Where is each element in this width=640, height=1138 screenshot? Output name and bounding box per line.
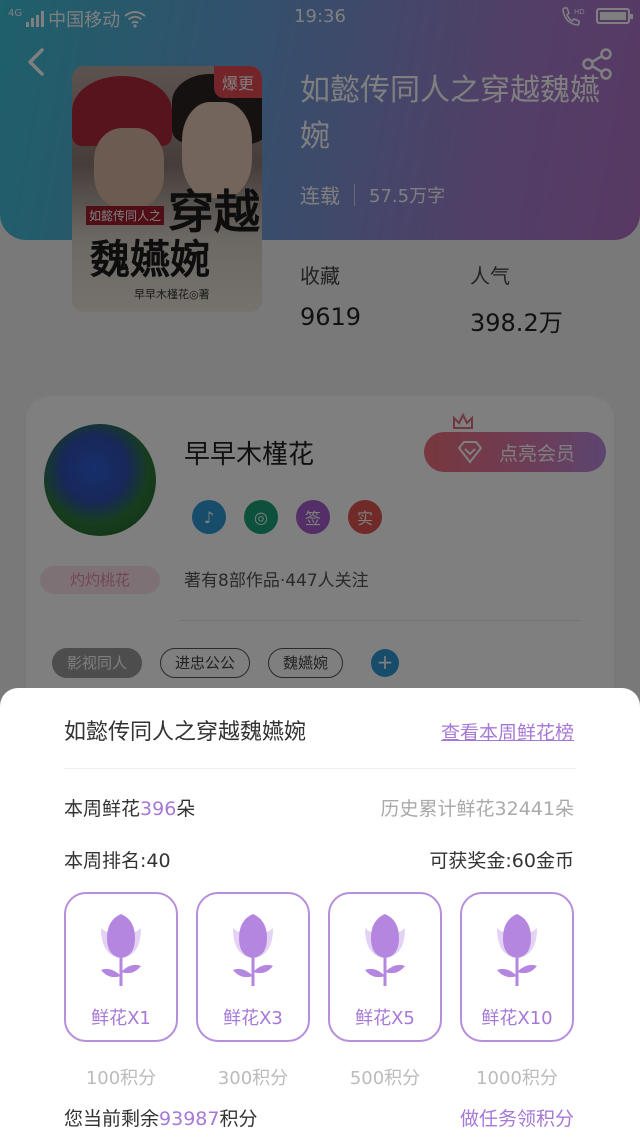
flower-prices: 100积分 300积分 500积分 1000积分 <box>64 1064 574 1090</box>
weekly-flowers-count: 396 <box>140 798 177 820</box>
flower-icon <box>365 914 405 986</box>
remaining-prefix: 您当前剩余 <box>64 1108 160 1130</box>
flower-price: 500积分 <box>349 1068 421 1089</box>
weekly-flower-rank-link[interactable]: 查看本周鲜花榜 <box>441 718 574 745</box>
flower-options: 鲜花X1 鲜花X3 鲜花X5 鲜花X10 <box>64 892 574 1042</box>
flower-icon <box>101 914 141 986</box>
flower-option-label: 鲜花X10 <box>481 1008 553 1029</box>
flower-icon <box>233 914 273 986</box>
flower-price: 100积分 <box>85 1068 157 1089</box>
flower-option-label: 鲜花X3 <box>223 1008 283 1029</box>
remaining-points-value: 93987 <box>159 1108 220 1130</box>
weekly-flowers-suffix: 朵 <box>176 798 196 820</box>
flower-option-label: 鲜花X1 <box>91 1008 151 1029</box>
flower-icon <box>497 914 537 986</box>
sheet-title: 如懿传同人之穿越魏嬿婉 <box>64 720 307 745</box>
flower-option-3[interactable]: 鲜花X3 <box>196 892 310 1042</box>
weekly-flowers-prefix: 本周鲜花 <box>64 798 141 820</box>
flower-price: 300积分 <box>217 1068 289 1089</box>
flower-price: 1000积分 <box>476 1068 558 1089</box>
flower-option-1[interactable]: 鲜花X1 <box>64 892 178 1042</box>
flower-option-10[interactable]: 鲜花X10 <box>460 892 574 1042</box>
sheet-divider <box>64 768 576 769</box>
history-flowers: 历史累计鲜花32441朵 <box>380 798 574 820</box>
remaining-suffix: 积分 <box>219 1108 258 1130</box>
reward-info: 可获奖金:60金币 <box>429 850 574 872</box>
remaining-points: 您当前剩余93987积分 <box>64 1104 257 1131</box>
weekly-flowers: 本周鲜花396朵 <box>64 794 195 821</box>
earn-points-link[interactable]: 做任务领积分 <box>460 1104 574 1131</box>
flower-option-label: 鲜花X5 <box>355 1008 415 1029</box>
flower-option-5[interactable]: 鲜花X5 <box>328 892 442 1042</box>
weekly-rank: 本周排名:40 <box>64 850 171 872</box>
